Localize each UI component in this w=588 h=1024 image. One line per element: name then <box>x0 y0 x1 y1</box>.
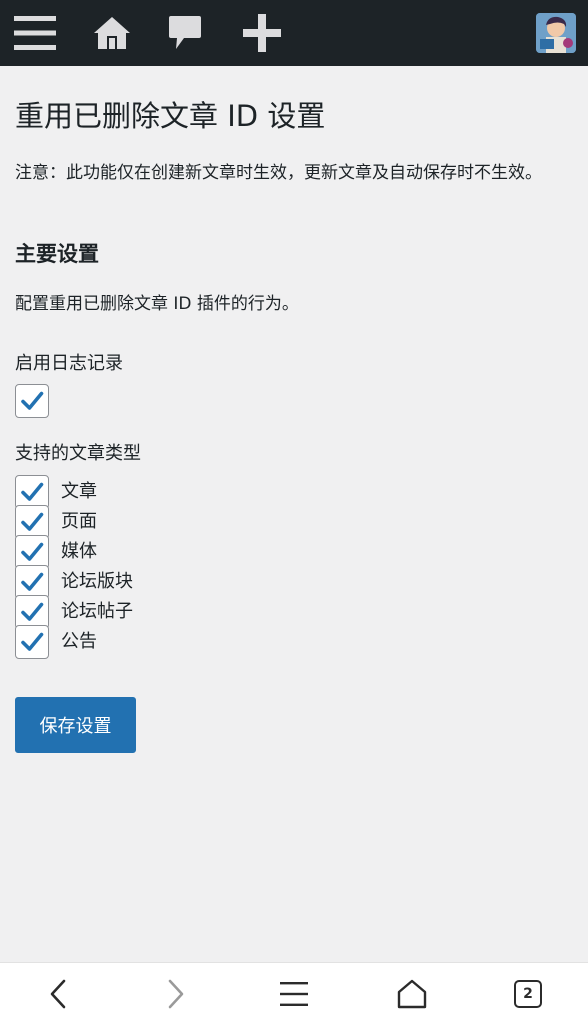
avatar <box>536 13 576 53</box>
tabs-icon: 2 <box>514 980 542 1008</box>
browser-menu-button[interactable] <box>264 963 324 1024</box>
menu-button[interactable] <box>8 0 62 66</box>
post-type-label: 论坛帖子 <box>61 601 133 622</box>
post-type-option: 文章 <box>15 475 315 509</box>
post-type-checkbox-media[interactable] <box>15 535 49 569</box>
post-type-label: 媒体 <box>61 541 97 562</box>
home-icon <box>94 17 130 49</box>
checkmark-icon <box>21 602 44 621</box>
post-type-checkbox-notice[interactable] <box>15 625 49 659</box>
post-type-label: 文章 <box>61 481 97 502</box>
post-type-checkbox-page[interactable] <box>15 505 49 539</box>
browser-bottom-bar: 2 <box>0 962 588 1024</box>
site-home-button[interactable] <box>86 0 138 66</box>
plus-icon <box>243 14 281 52</box>
forward-button[interactable] <box>146 963 206 1024</box>
post-type-option: 媒体 <box>15 535 315 569</box>
section-title: 主要设置 <box>15 242 99 266</box>
post-type-checkbox-forum[interactable] <box>15 565 49 599</box>
admin-top-bar <box>0 0 588 66</box>
post-type-option: 公告 <box>15 625 315 659</box>
comment-icon <box>169 16 201 49</box>
new-content-button[interactable] <box>236 0 288 66</box>
user-account-button[interactable] <box>534 0 578 66</box>
checkmark-icon <box>21 542 44 561</box>
post-types-label: 支持的文章类型 <box>15 443 141 464</box>
checkmark-icon <box>21 482 44 501</box>
menu-icon <box>14 16 56 50</box>
post-type-checkbox-topic[interactable] <box>15 595 49 629</box>
checkmark-icon <box>21 632 44 651</box>
enable-log-checkbox[interactable] <box>15 384 49 418</box>
checkmark-icon <box>21 391 44 410</box>
menu-icon <box>280 982 308 1006</box>
section-description: 配置重用已删除文章 ID 插件的行为。 <box>15 294 299 314</box>
save-settings-button[interactable]: 保存设置 <box>15 697 136 753</box>
enable-log-label: 启用日志记录 <box>15 353 123 374</box>
forward-icon <box>168 979 184 1009</box>
post-type-label: 公告 <box>61 631 97 652</box>
page-title: 重用已删除文章 ID 设置 <box>15 99 326 133</box>
home-icon <box>397 979 427 1009</box>
post-type-checkbox-post[interactable] <box>15 475 49 509</box>
checkmark-icon <box>21 572 44 591</box>
post-type-option: 论坛帖子 <box>15 595 315 629</box>
post-type-option: 页面 <box>15 505 315 539</box>
tabs-button[interactable]: 2 <box>498 963 558 1024</box>
checkmark-icon <box>21 512 44 531</box>
notice-text: 注意：此功能仅在创建新文章时生效，更新文章及自动保存时不生效。 <box>15 163 542 183</box>
back-button[interactable] <box>28 963 88 1024</box>
post-type-label: 页面 <box>61 511 97 532</box>
browser-home-button[interactable] <box>382 963 442 1024</box>
back-icon <box>50 979 66 1009</box>
comments-button[interactable] <box>160 0 210 66</box>
post-type-label: 论坛版块 <box>61 571 133 592</box>
post-type-option: 论坛版块 <box>15 565 315 599</box>
